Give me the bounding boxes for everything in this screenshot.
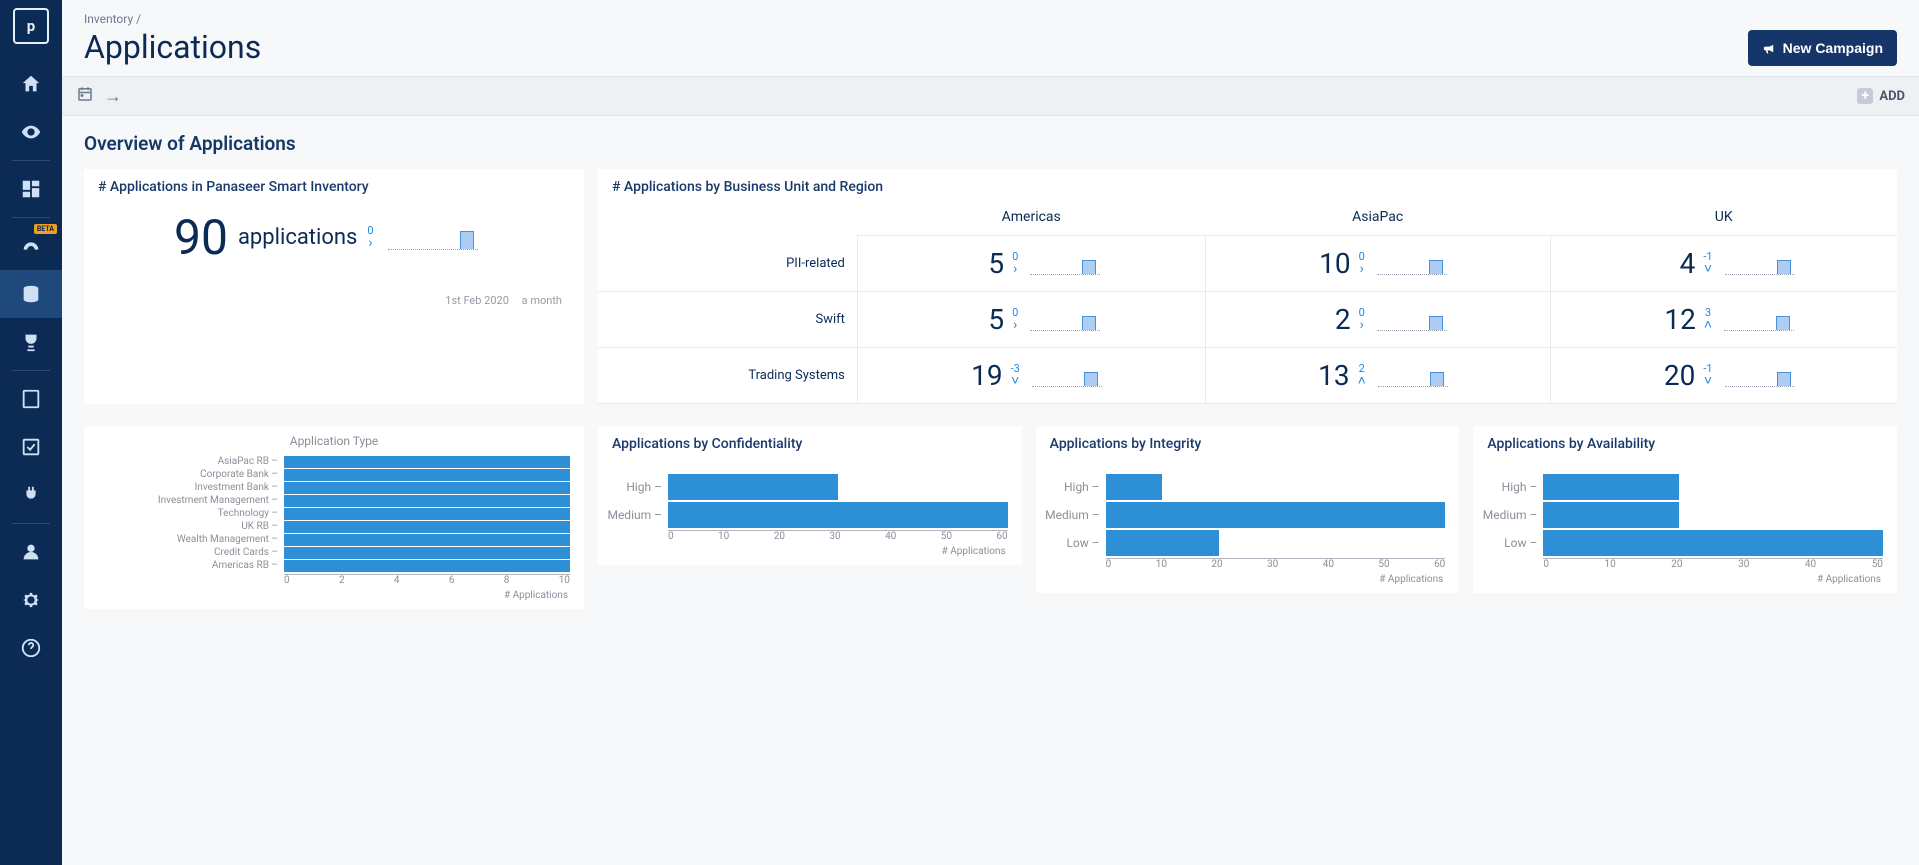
breadcrumb[interactable]: Inventory / xyxy=(84,12,261,26)
plus-icon: + xyxy=(1857,88,1873,104)
metric-card: # Applications in Panaseer Smart Invento… xyxy=(84,169,584,404)
nav-visibility[interactable] xyxy=(0,108,62,156)
hbar-row: Corporate Bank xyxy=(284,469,570,481)
page-title: Applications xyxy=(84,28,261,66)
chevron-right-icon: › xyxy=(368,236,372,250)
matrix-row-header: Swift xyxy=(598,291,857,347)
database-icon xyxy=(20,283,42,305)
nav-checklist[interactable] xyxy=(0,423,62,471)
dashboard-icon xyxy=(20,178,42,200)
matrix-card-title: # Applications by Business Unit and Regi… xyxy=(598,169,1897,199)
main-content: Inventory / Applications New Campaign → … xyxy=(62,0,1919,865)
trophy-icon xyxy=(20,331,42,353)
matrix-cell[interactable]: 5 0› xyxy=(857,236,1205,292)
toolbar: → + ADD xyxy=(62,76,1919,116)
plug-icon xyxy=(20,484,42,506)
hbar-row: Investment Bank xyxy=(284,482,570,494)
matrix-cell[interactable]: 20 -1˅ xyxy=(1550,347,1897,403)
matrix-cell[interactable]: 10 0› xyxy=(1205,236,1550,292)
hbar-row: Credit Cards xyxy=(284,547,570,559)
availability-chart: Applications by Availability HighMediumL… xyxy=(1473,426,1897,593)
hbar-row: Investment Management xyxy=(284,495,570,507)
matrix-cell[interactable]: 12 3˄ xyxy=(1550,291,1897,347)
metric-unit: applications xyxy=(238,225,357,250)
confidentiality-chart: Applications by Confidentiality HighMedi… xyxy=(598,426,1022,565)
matrix-col-header: UK xyxy=(1550,199,1897,236)
sparkline xyxy=(388,226,478,250)
metric-card-title: # Applications in Panaseer Smart Invento… xyxy=(84,169,584,199)
apptype-chart: Application Type AsiaPac RBCorporate Ban… xyxy=(84,426,584,609)
hbar-row: High xyxy=(668,474,1008,500)
check-icon xyxy=(20,436,42,458)
nav-gauge[interactable]: BETA xyxy=(0,222,62,270)
nav-help[interactable] xyxy=(0,624,62,672)
gauge-icon xyxy=(20,235,42,257)
user-icon xyxy=(20,541,42,563)
cia-chart-title: Applications by Confidentiality xyxy=(598,426,1022,456)
integrity-chart: Applications by Integrity HighMediumLow … xyxy=(1036,426,1460,593)
hbar-row: Medium xyxy=(1106,502,1446,528)
hbar-row: AsiaPac RB xyxy=(284,456,570,468)
arrow-right-icon[interactable]: → xyxy=(104,86,122,107)
matrix-table: AmericasAsiaPacUKPII-related 5 0› 10 0› … xyxy=(598,199,1897,404)
date-picker-icon[interactable] xyxy=(76,85,94,107)
nav-plug[interactable] xyxy=(0,471,62,519)
hbar-row: High xyxy=(1106,474,1446,500)
hbar-row: Technology xyxy=(284,508,570,520)
megaphone-icon xyxy=(1762,41,1777,56)
help-icon xyxy=(20,637,42,659)
matrix-cell[interactable]: 13 2˄ xyxy=(1205,347,1550,403)
nav-user[interactable] xyxy=(0,528,62,576)
logo[interactable]: p xyxy=(13,8,49,44)
metric-footer: 1st Feb 2020 a month xyxy=(84,270,584,317)
hbar-row: UK RB xyxy=(284,521,570,533)
new-campaign-button[interactable]: New Campaign xyxy=(1748,30,1897,66)
header: Inventory / Applications New Campaign xyxy=(62,0,1919,76)
nav-inventory[interactable] xyxy=(0,270,62,318)
matrix-row-header: PII-related xyxy=(598,236,857,292)
hbar-row: Americas RB xyxy=(284,560,570,572)
hbar-row: Medium xyxy=(668,502,1008,528)
hbar-row: Low xyxy=(1543,530,1883,556)
cia-chart-title: Applications by Availability xyxy=(1473,426,1897,456)
matrix-cell[interactable]: 2 0› xyxy=(1205,291,1550,347)
nav-calculator[interactable] xyxy=(0,375,62,423)
sidebar: p BETA xyxy=(0,0,62,865)
matrix-col-header: AsiaPac xyxy=(1205,199,1550,236)
beta-badge: BETA xyxy=(34,224,57,234)
gear-icon xyxy=(20,589,42,611)
hbar-row: Wealth Management xyxy=(284,534,570,546)
metric-value: 90 xyxy=(174,209,228,266)
hbar-row: Low xyxy=(1106,530,1446,556)
nav-home[interactable] xyxy=(0,60,62,108)
home-icon xyxy=(20,73,42,95)
matrix-cell[interactable]: 5 0› xyxy=(857,291,1205,347)
nav-trophy[interactable] xyxy=(0,318,62,366)
matrix-cell[interactable]: 4 -1˅ xyxy=(1550,236,1897,292)
eye-icon xyxy=(20,121,42,143)
apptype-chart-title: Application Type xyxy=(84,434,584,448)
matrix-row-header: Trading Systems xyxy=(598,347,857,403)
matrix-cell[interactable]: 19 -3˅ xyxy=(857,347,1205,403)
nav-dashboard[interactable] xyxy=(0,165,62,213)
matrix-card: # Applications by Business Unit and Regi… xyxy=(598,169,1897,404)
hbar-row: Medium xyxy=(1543,502,1883,528)
hbar-row: High xyxy=(1543,474,1883,500)
calculator-icon xyxy=(20,388,42,410)
matrix-col-header: Americas xyxy=(857,199,1205,236)
cia-chart-title: Applications by Integrity xyxy=(1036,426,1460,456)
section-title: Overview of Applications xyxy=(84,132,1897,155)
nav-settings[interactable] xyxy=(0,576,62,624)
add-button[interactable]: + ADD xyxy=(1857,88,1905,104)
metric-delta: 0 › xyxy=(367,225,373,250)
